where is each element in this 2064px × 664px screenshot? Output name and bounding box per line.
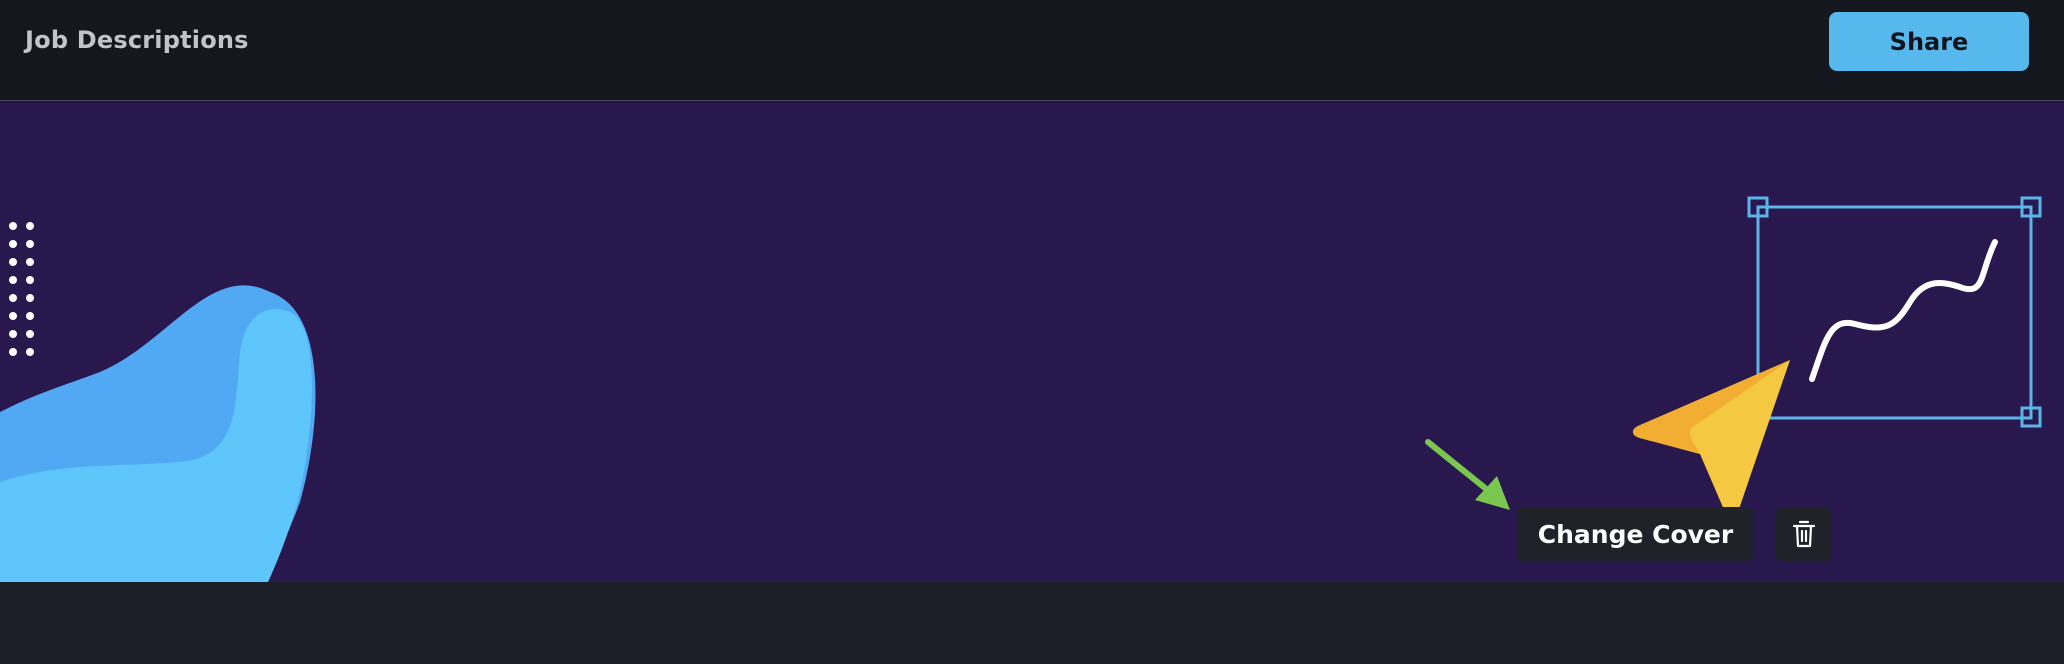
top-bar: Job Descriptions Share	[0, 0, 2064, 101]
squiggle-line-icon	[1809, 239, 1998, 382]
cover-illustration	[0, 196, 2042, 582]
cursor-arrow-icon	[1632, 360, 1790, 518]
trash-icon	[1792, 520, 1815, 548]
selection-box[interactable]	[1747, 196, 2042, 428]
page-title: Job Descriptions	[25, 26, 249, 54]
share-button[interactable]: Share	[1829, 12, 2029, 71]
delete-cover-button[interactable]	[1776, 507, 1831, 561]
change-cover-button[interactable]: Change Cover	[1517, 507, 1754, 561]
blue-blob	[0, 285, 316, 582]
cover-image	[0, 102, 2064, 582]
content-area	[0, 582, 2064, 664]
dot-grid	[9, 222, 34, 356]
green-arrow-icon	[1425, 439, 1510, 510]
